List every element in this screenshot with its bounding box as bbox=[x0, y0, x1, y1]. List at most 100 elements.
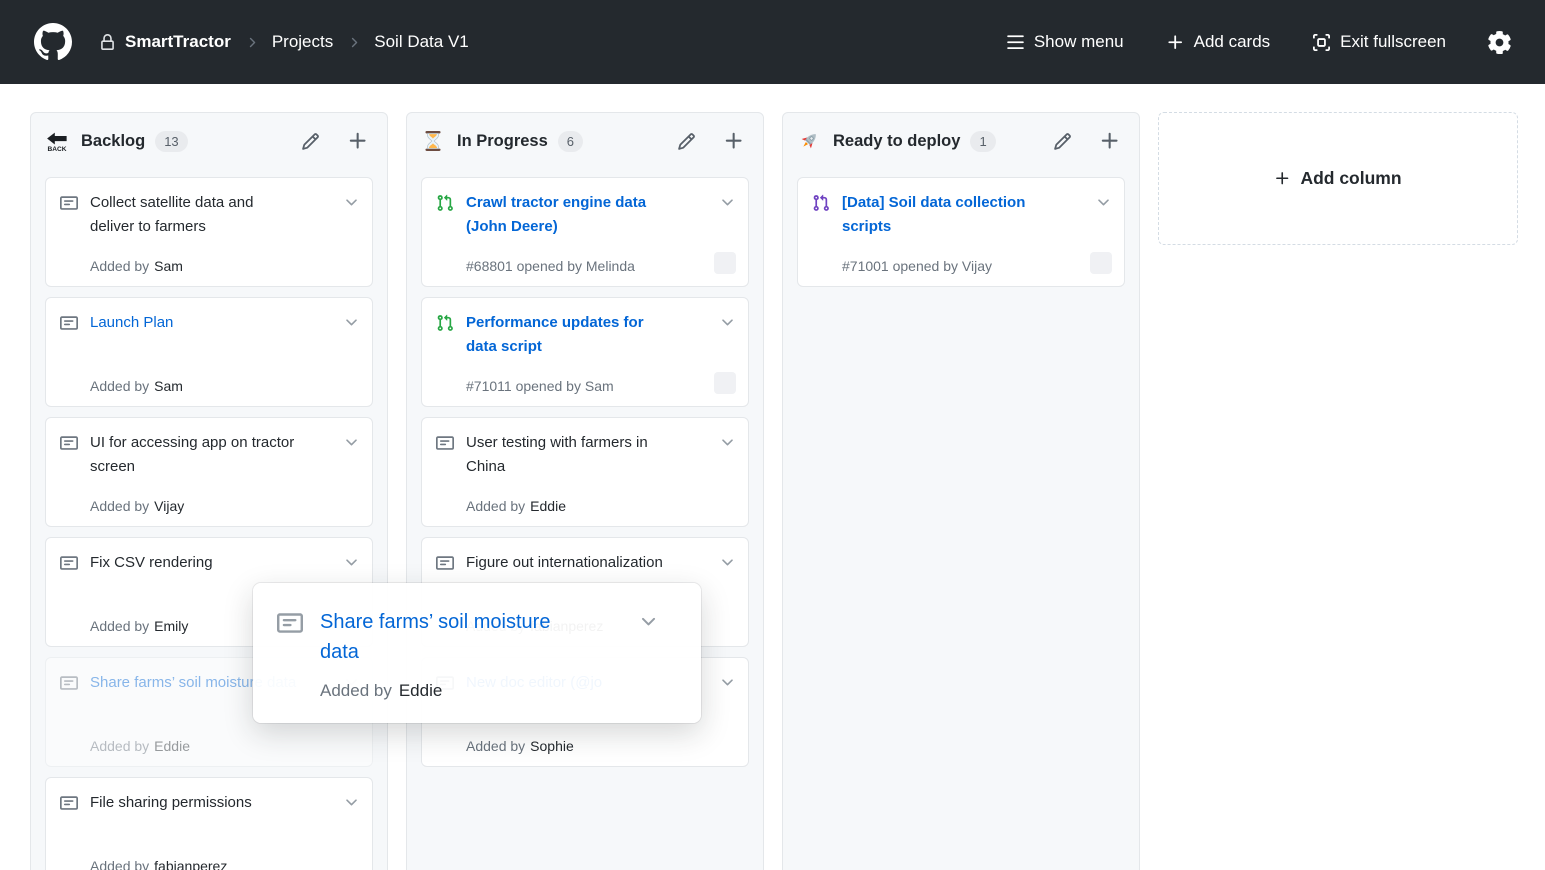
edit-column-button[interactable] bbox=[677, 132, 696, 151]
card-top: Fix CSV rendering bbox=[58, 551, 360, 575]
breadcrumb-projects[interactable]: Projects bbox=[272, 32, 333, 52]
card-title[interactable]: Crawl tractor engine data (John Deere) bbox=[466, 191, 674, 239]
card-meta-prefix: Added by bbox=[90, 378, 149, 394]
card-meta-prefix: Added by bbox=[90, 258, 149, 274]
dragged-card-title[interactable]: Share farms’ soil moisture data bbox=[320, 607, 590, 667]
card-top: File sharing permissions bbox=[58, 791, 360, 815]
pull-request-icon bbox=[436, 194, 454, 212]
card[interactable]: UI for accessing app on tractor screen Ad… bbox=[45, 417, 373, 527]
chevron-down-icon bbox=[719, 553, 736, 570]
show-menu-button[interactable]: Show menu bbox=[1006, 32, 1124, 52]
card-title: User testing with farmers in China bbox=[466, 431, 674, 479]
avatar bbox=[714, 252, 736, 274]
card-title[interactable]: Launch Plan bbox=[90, 311, 173, 335]
chevron-right-icon bbox=[244, 35, 259, 50]
dragged-card-meta: Added by Eddie bbox=[275, 681, 679, 701]
card-author: Eddie bbox=[154, 738, 190, 754]
card-meta: Added bySam bbox=[58, 252, 360, 274]
note-icon bbox=[60, 314, 78, 332]
card-meta-prefix: Added by bbox=[466, 738, 525, 754]
pencil-icon bbox=[677, 132, 696, 151]
exit-fullscreen-button[interactable]: Exit fullscreen bbox=[1312, 32, 1446, 52]
card-meta-left: Added byEmily bbox=[90, 618, 188, 634]
note-icon bbox=[436, 434, 454, 452]
chevron-down-icon[interactable] bbox=[638, 610, 659, 631]
card-menu-button[interactable] bbox=[719, 673, 736, 690]
dragged-card[interactable]: Share farms’ soil moisture data Added by… bbox=[253, 583, 701, 723]
gear-icon[interactable] bbox=[1488, 31, 1511, 54]
card[interactable]: Performance updates for data script#7101… bbox=[421, 297, 749, 407]
chevron-right-icon bbox=[346, 35, 361, 50]
add-card-button[interactable] bbox=[347, 130, 369, 152]
card-menu-button[interactable] bbox=[343, 553, 360, 570]
card-title[interactable]: [Data] Soil data collection scripts bbox=[842, 191, 1050, 239]
card[interactable]: Launch Plan Added by Sam bbox=[45, 297, 373, 407]
column-ready-to-deploy: Ready to deploy1[Data] Soil data collect… bbox=[782, 112, 1140, 870]
note-icon bbox=[60, 554, 78, 572]
dragged-card-top: Share farms’ soil moisture data bbox=[275, 607, 679, 667]
card-meta-prefix: Added by bbox=[466, 498, 525, 514]
github-logo[interactable] bbox=[34, 23, 72, 61]
note-icon bbox=[60, 674, 78, 692]
card-top: Figure out internationalization bbox=[434, 551, 736, 575]
card-meta-prefix: Added by bbox=[90, 498, 149, 514]
card[interactable]: File sharing permissions Added byfabianpe… bbox=[45, 777, 373, 870]
card[interactable]: User testing with farmers in China Added … bbox=[421, 417, 749, 527]
breadcrumb-repo[interactable]: SmartTractor bbox=[99, 32, 231, 52]
edit-column-button[interactable] bbox=[301, 132, 320, 151]
card-meta: #71001 opened by Vijay bbox=[810, 252, 1112, 274]
note-icon bbox=[60, 794, 78, 812]
app-header: SmartTractor Projects Soil Data V1 Show … bbox=[0, 0, 1545, 84]
card-menu-button[interactable] bbox=[343, 793, 360, 810]
card-menu-button[interactable] bbox=[719, 433, 736, 450]
card-title: UI for accessing app on tractor screen bbox=[90, 431, 298, 479]
card-menu-button[interactable] bbox=[719, 313, 736, 330]
card-menu-button[interactable] bbox=[1095, 193, 1112, 210]
card-title: Collect satellite data and deliver to fa… bbox=[90, 191, 298, 239]
chevron-down-icon bbox=[719, 193, 736, 210]
column-title: Backlog bbox=[81, 132, 145, 151]
card-meta-left: Added byEddie bbox=[466, 498, 566, 514]
lock-icon bbox=[99, 34, 116, 51]
card[interactable]: Crawl tractor engine data (John Deere) #6… bbox=[421, 177, 749, 287]
chevron-down-icon bbox=[343, 793, 360, 810]
card-menu-button[interactable] bbox=[343, 313, 360, 330]
edit-column-button[interactable] bbox=[1053, 132, 1072, 151]
add-card-button[interactable] bbox=[723, 130, 745, 152]
note-icon bbox=[60, 434, 78, 452]
card[interactable]: [Data] Soil data collection scripts #7100… bbox=[797, 177, 1125, 287]
card-author: Sam bbox=[154, 378, 183, 394]
column-actions bbox=[301, 130, 369, 152]
card-menu-button[interactable] bbox=[343, 433, 360, 450]
add-card-button[interactable] bbox=[1099, 130, 1121, 152]
card-meta-left: Added by Sam bbox=[90, 378, 183, 394]
add-column-button[interactable]: Add column bbox=[1158, 112, 1518, 245]
card-menu-button[interactable] bbox=[343, 193, 360, 210]
three-bars-icon bbox=[1006, 33, 1025, 52]
card[interactable]: Collect satellite data and deliver to fa… bbox=[45, 177, 373, 287]
card-meta-text: #68801 opened by Melinda bbox=[466, 258, 635, 274]
card-menu-button[interactable] bbox=[719, 553, 736, 570]
card-menu-button[interactable] bbox=[719, 193, 736, 210]
card-top: [Data] Soil data collection scripts bbox=[810, 191, 1112, 239]
card-meta: Added byEddie bbox=[434, 492, 736, 514]
card-meta-prefix: Added by bbox=[320, 681, 392, 701]
note-icon bbox=[277, 610, 303, 636]
add-cards-button[interactable]: Add cards bbox=[1166, 32, 1271, 52]
header-actions: Show menu Add cards Exit fullscreen bbox=[1006, 31, 1511, 54]
screen-normal-icon bbox=[1312, 33, 1331, 52]
card-meta-prefix: Added by bbox=[90, 858, 149, 870]
card-top: UI for accessing app on tractor screen bbox=[58, 431, 360, 479]
chevron-down-icon bbox=[343, 193, 360, 210]
card-meta: Added byfabianperez bbox=[58, 852, 360, 870]
column-title: In Progress bbox=[457, 132, 548, 151]
chevron-down-icon bbox=[343, 433, 360, 450]
card-meta-left: Added byEddie bbox=[90, 738, 190, 754]
card-author: Emily bbox=[154, 618, 188, 634]
rocket-emoji bbox=[798, 130, 820, 152]
card-title[interactable]: Performance updates for data script bbox=[466, 311, 674, 359]
card-meta-left: Added bySam bbox=[90, 258, 183, 274]
card-title: Figure out internationalization bbox=[466, 551, 663, 575]
merged-pull-request-icon bbox=[812, 194, 830, 212]
chevron-down-icon bbox=[719, 673, 736, 690]
